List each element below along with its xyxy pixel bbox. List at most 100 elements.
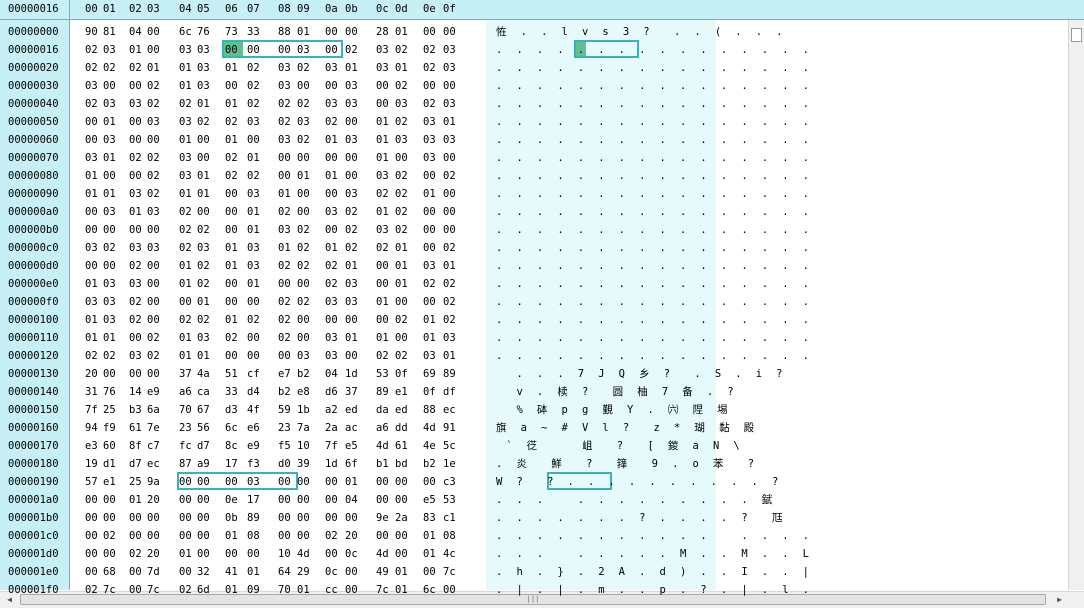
hex-byte[interactable]: 00 — [85, 509, 98, 527]
hex-row[interactable]: 00000180 19 d1 d7 ec 87 a9 17 f3 d0 39 1d 6f b1 bd b2 1e… — [0, 455, 1068, 473]
text-representation[interactable]: . . . . . . . . . . . . . . . . — [496, 77, 813, 95]
hex-byte[interactable]: 00 — [443, 149, 456, 167]
hex-byte[interactable]: 01 — [395, 59, 408, 77]
hex-byte[interactable]: 03 — [345, 293, 358, 311]
hex-byte[interactable]: 01 — [443, 347, 456, 365]
hex-byte[interactable]: 00 — [103, 221, 116, 239]
hex-byte[interactable]: e1 — [103, 473, 116, 491]
hex-byte[interactable]: 01 — [225, 527, 238, 545]
hex-byte[interactable]: 02 — [443, 293, 456, 311]
hex-byte[interactable]: 00 — [147, 365, 160, 383]
hex-byte[interactable]: 00 — [395, 491, 408, 509]
hex-byte[interactable]: 00 — [103, 167, 116, 185]
hex-byte[interactable]: d1 — [103, 455, 116, 473]
hex-byte[interactable]: 00 — [147, 509, 160, 527]
text-representation[interactable]: . . . . . . . . . . . . . . . . — [496, 149, 813, 167]
hex-byte[interactable]: 0c — [345, 545, 358, 563]
hex-byte[interactable]: 69 — [423, 365, 436, 383]
hex-byte[interactable]: 00 — [197, 509, 210, 527]
hex-byte[interactable]: 01 — [179, 545, 192, 563]
hex-byte[interactable]: 32 — [197, 563, 210, 581]
hex-byte[interactable]: 00 — [345, 581, 358, 599]
hex-byte[interactable]: e6 — [247, 419, 260, 437]
hex-byte[interactable]: 2a — [395, 509, 408, 527]
hex-byte[interactable]: 00 — [225, 221, 238, 239]
hex-byte[interactable]: 88 — [278, 23, 291, 41]
hex-byte[interactable]: 02 — [297, 293, 310, 311]
hex-byte[interactable]: 02 — [278, 311, 291, 329]
hex-byte[interactable]: 02 — [278, 113, 291, 131]
hex-byte[interactable]: 4c — [443, 545, 456, 563]
hex-byte[interactable]: 01 — [325, 239, 338, 257]
hex-byte[interactable]: 02 — [103, 527, 116, 545]
hex-row[interactable]: 00000030 03 00 00 02 01 03 00 02 03 00 00 03 00 02 00 00… — [0, 77, 1068, 95]
hex-byte[interactable]: 01 — [423, 311, 436, 329]
hex-byte[interactable]: 01 — [179, 257, 192, 275]
hex-row[interactable]: 00000040 02 03 03 02 02 01 01 02 02 02 03 03 00 03 02 03… — [0, 95, 1068, 113]
hex-byte[interactable]: 03 — [278, 59, 291, 77]
hex-byte[interactable]: 00 — [247, 41, 260, 59]
hex-byte[interactable]: 23 — [278, 419, 291, 437]
hex-byte[interactable]: 02 — [197, 257, 210, 275]
hex-byte[interactable]: 01 — [278, 239, 291, 257]
text-representation[interactable]: % 砵 p g 覲 Y . ㈥ 陧 埸 — [496, 401, 732, 419]
vertical-scroll-thumb[interactable] — [1071, 28, 1082, 42]
hex-byte[interactable]: 00 — [325, 185, 338, 203]
text-representation[interactable]: . h . } . 2 A . d ) . . I . . | — [496, 563, 813, 581]
hex-byte[interactable]: 00 — [297, 311, 310, 329]
text-representation[interactable]: . . . . . . . . . . . . . . . . — [496, 185, 813, 203]
hex-byte[interactable]: 01 — [85, 311, 98, 329]
hex-byte[interactable]: 03 — [423, 113, 436, 131]
hex-byte[interactable]: 02 — [395, 347, 408, 365]
hex-byte[interactable]: 00 — [297, 509, 310, 527]
hex-byte[interactable]: e3 — [85, 437, 98, 455]
hex-byte[interactable]: 00 — [103, 509, 116, 527]
hex-byte[interactable]: 70 — [179, 401, 192, 419]
hex-byte[interactable]: 02 — [325, 257, 338, 275]
hex-byte[interactable]: 00 — [103, 257, 116, 275]
hex-byte[interactable]: ed — [395, 401, 408, 419]
hex-byte[interactable]: 01 — [179, 347, 192, 365]
hex-byte[interactable]: 00 — [297, 527, 310, 545]
hex-byte[interactable]: 31 — [85, 383, 98, 401]
text-representation[interactable]: . . . . . . . . . . . . . . . . — [496, 167, 813, 185]
text-representation[interactable]: . . . . . . . . . . . . . . . . — [496, 329, 813, 347]
hex-byte[interactable]: 19 — [85, 455, 98, 473]
text-representation[interactable]: . . . . . . . . . . . . . . . . — [496, 131, 813, 149]
hex-byte[interactable]: 00 — [423, 77, 436, 95]
hex-byte[interactable]: 02 — [325, 527, 338, 545]
hex-byte[interactable]: 28 — [376, 23, 389, 41]
hex-byte[interactable]: b2 — [278, 383, 291, 401]
hex-byte[interactable]: 20 — [85, 365, 98, 383]
hex-byte[interactable]: 00 — [197, 203, 210, 221]
hex-byte[interactable]: 01 — [345, 329, 358, 347]
hex-byte[interactable]: 00 — [325, 23, 338, 41]
hex-byte[interactable]: 02 — [129, 311, 142, 329]
hex-byte[interactable]: 00 — [147, 221, 160, 239]
hex-byte[interactable]: 02 — [395, 311, 408, 329]
hex-byte[interactable]: 00 — [376, 473, 389, 491]
hex-byte[interactable]: 87 — [179, 455, 192, 473]
hex-byte[interactable]: 00 — [395, 545, 408, 563]
hex-byte[interactable]: 33 — [247, 23, 260, 41]
hex-byte[interactable]: 02 — [179, 95, 192, 113]
hex-byte[interactable]: 02 — [297, 239, 310, 257]
hex-byte[interactable]: 00 — [179, 527, 192, 545]
hex-byte[interactable]: 00 — [103, 77, 116, 95]
hex-byte[interactable]: 01 — [103, 329, 116, 347]
hex-byte[interactable]: 02 — [423, 275, 436, 293]
hex-byte[interactable]: 6c — [179, 23, 192, 41]
hex-byte[interactable]: 00 — [345, 347, 358, 365]
hex-byte[interactable]: 01 — [225, 257, 238, 275]
hex-byte[interactable]: 01 — [395, 563, 408, 581]
hex-byte[interactable]: d3 — [225, 401, 238, 419]
text-representation[interactable]: . 炎 鮮 ? 箨 9 . o 苯 ? — [496, 455, 758, 473]
hex-byte[interactable]: b1 — [376, 455, 389, 473]
hex-byte[interactable]: 00 — [225, 275, 238, 293]
hex-byte[interactable]: 02 — [247, 59, 260, 77]
hex-byte[interactable]: 7a — [297, 419, 310, 437]
hex-byte[interactable]: 03 — [129, 275, 142, 293]
hex-byte[interactable]: 03 — [345, 131, 358, 149]
hex-row[interactable]: 00000170 e3 60 8f c7 fc d7 8c e9 f5 10 7f e5 4d 61 4e 5c… — [0, 437, 1068, 455]
text-representation[interactable]: . . . . . . . ? . . . . ? 尫 — [496, 509, 786, 527]
